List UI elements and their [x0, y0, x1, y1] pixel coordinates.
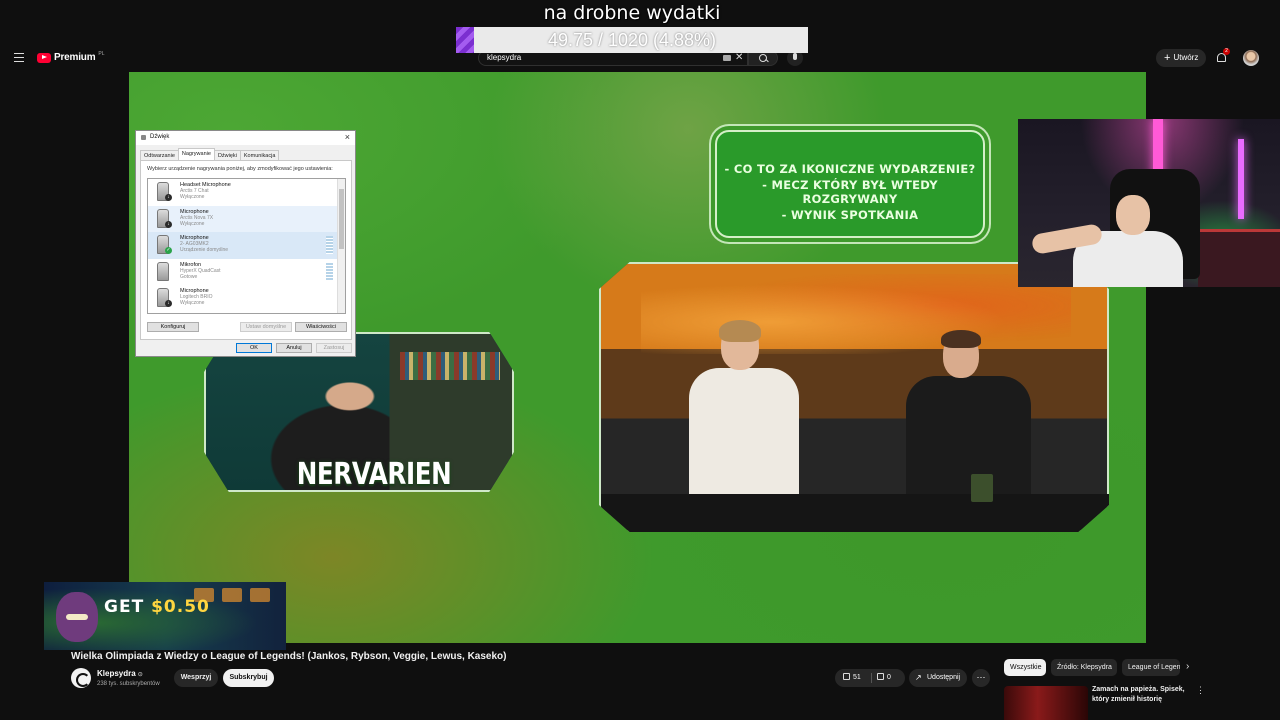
thumbs-up-icon [843, 673, 850, 680]
chevron-right-icon[interactable]: › [1186, 661, 1189, 672]
list-item[interactable]: ↓ Microphone Logitech BRIO Wyłączone [148, 285, 345, 312]
share-label: Udostępnij [927, 674, 961, 681]
device-list[interactable]: ↓ Headset Microphone Arctis 7 Chat Wyłąc… [147, 178, 346, 314]
like-button[interactable]: 51 [843, 669, 861, 687]
disabled-status-icon: ↓ [165, 194, 172, 201]
neon-light [1238, 139, 1244, 219]
menu-icon[interactable] [14, 53, 24, 62]
support-button[interactable]: Wesprzyj [174, 669, 218, 687]
plus-icon: + [1164, 52, 1171, 64]
mug [971, 474, 993, 502]
ok-button[interactable]: OK [236, 343, 272, 353]
default-check-icon: ✓ [165, 247, 172, 254]
recommendation-title[interactable]: Zamach na papieża. Spisek, który zmienił… [1092, 685, 1188, 705]
clear-icon[interactable]: ✕ [735, 52, 743, 63]
subscribe-button[interactable]: Subskrybuj [223, 669, 274, 687]
dialog-instruction: Wybierz urządzenie nagrywania poniżej, a… [147, 166, 333, 172]
chip-source[interactable]: Źródło: Klepsydra [1051, 659, 1117, 676]
video-title: Wielka Olimpiada z Wiedzy o League of Le… [71, 651, 507, 662]
channel-name-text: Klepsydra [97, 669, 136, 678]
device-status: Gotowe [180, 273, 198, 280]
desk [1198, 229, 1280, 287]
like-count: 51 [853, 674, 861, 681]
device-status: Wyłączone [180, 220, 205, 227]
list-item[interactable]: ↓ Microphone Arctis Nova 7X Wyłączone [148, 205, 345, 241]
logo-text: Premium [54, 52, 96, 63]
ad-headline: GET $0.50 [104, 597, 210, 617]
keyboard-icon[interactable] [723, 55, 731, 61]
level-meter [326, 262, 333, 281]
question-box: - CO TO ZA IKONICZNE WYDARZENIE? - MECZ … [715, 130, 985, 238]
speaker-icon [141, 135, 146, 140]
create-button[interactable]: + Utwórz [1156, 49, 1206, 67]
sound-dialog[interactable]: Dźwięk × Odtwarzanie Nagrywanie Dźwięki … [135, 130, 356, 357]
donation-progress-text: 49.75 / 1020 (4.88%) [547, 30, 717, 50]
device-status: Wyłączone [180, 194, 205, 200]
like-dislike-group: 51 0 [835, 669, 905, 687]
list-item[interactable]: ↓ Headset Microphone Arctis 7 Chat Wyłąc… [148, 179, 345, 206]
streamer-head [1116, 195, 1150, 235]
properties-button[interactable]: Właściwości [295, 322, 347, 332]
device-status: Wyłączone [180, 300, 205, 306]
youtube-play-icon [37, 52, 51, 63]
chip-league-of-legends[interactable]: League of Legends [1122, 659, 1180, 676]
question-line: - MECZ KTÓRY BYŁ WTEDY ROZGRYWANY [762, 178, 938, 206]
donation-goal-title: na drobne wydatki [543, 2, 721, 24]
streamer-name-label: NERVARIEN [296, 457, 452, 492]
verified-icon: ⊙ [137, 672, 143, 678]
share-icon: ↗ [915, 673, 922, 682]
disabled-status-icon: ↓ [165, 220, 172, 228]
game-tile [250, 588, 270, 602]
more-actions-button[interactable]: ⋯ [972, 669, 990, 687]
thumbs-down-icon [877, 673, 884, 680]
ad-amount: $0.50 [151, 597, 210, 617]
dialog-body: Wybierz urządzenie nagrywania poniżej, a… [140, 160, 352, 340]
set-default-button[interactable]: Ustaw domyślne [240, 322, 292, 332]
question-line: - WYNIK SPOTKANIA [781, 208, 919, 222]
search-value: klepsydra [487, 53, 522, 62]
ad-get-text: GET [104, 597, 145, 617]
divider [871, 673, 872, 683]
close-icon[interactable]: × [345, 132, 350, 142]
donation-progress-bar: 49.75 / 1020 (4.88%) [456, 27, 808, 53]
recommendation-menu-icon[interactable]: ⋮ [1196, 685, 1205, 696]
channel-name[interactable]: Klepsydra ⊙ [97, 669, 143, 678]
list-item[interactable]: ✓ Microphone 2- AG03MK2 Urządzenie domyś… [148, 232, 345, 259]
studio-desk [601, 494, 1109, 532]
list-item[interactable]: Mikrofon HyperX QuadCast Gotowe [148, 259, 345, 286]
dislike-button[interactable]: 0 [877, 669, 891, 687]
level-meter [326, 236, 333, 254]
recommendation-thumbnail[interactable] [1004, 686, 1088, 720]
question-line: - CO TO ZA IKONICZNE WYDARZENIE? [724, 162, 976, 176]
notification-badge: 2 [1223, 48, 1230, 55]
disabled-status-icon: ↓ [165, 300, 172, 307]
cancel-button[interactable]: Anuluj [276, 343, 312, 353]
dialog-titlebar[interactable]: Dźwięk × [136, 131, 355, 145]
scrollbar-thumb[interactable] [339, 189, 344, 249]
list-scrollbar[interactable] [337, 179, 345, 313]
youtube-logo[interactable]: Premium PL [37, 50, 105, 63]
channel-avatar[interactable] [71, 668, 91, 688]
logo-region: PL [98, 50, 105, 57]
dialog-title: Dźwięk [150, 134, 170, 140]
share-button[interactable]: ↗ Udostępnij [909, 669, 967, 687]
chip-all[interactable]: Wszystkie [1004, 659, 1046, 676]
ad-character [56, 592, 98, 642]
dislike-count: 0 [887, 674, 891, 681]
subscriber-count: 238 tys. subskrybentów [97, 681, 160, 687]
avatar[interactable] [1243, 50, 1259, 66]
device-status: Urządzenie domyślne [180, 247, 229, 253]
bookshelf [400, 352, 500, 380]
page: na drobne wydatki 49.75 / 1020 (4.88%) P… [0, 0, 1280, 720]
apply-button[interactable]: Zastosuj [316, 343, 352, 353]
ad-banner[interactable]: GET $0.50 [44, 582, 286, 650]
facecam [1018, 119, 1280, 287]
microphone-icon [157, 261, 169, 281]
studio-cam-frame [599, 262, 1109, 532]
configure-button[interactable]: Konfiguruj [147, 322, 199, 332]
game-tile [222, 588, 242, 602]
create-label: Utwórz [1173, 53, 1199, 62]
